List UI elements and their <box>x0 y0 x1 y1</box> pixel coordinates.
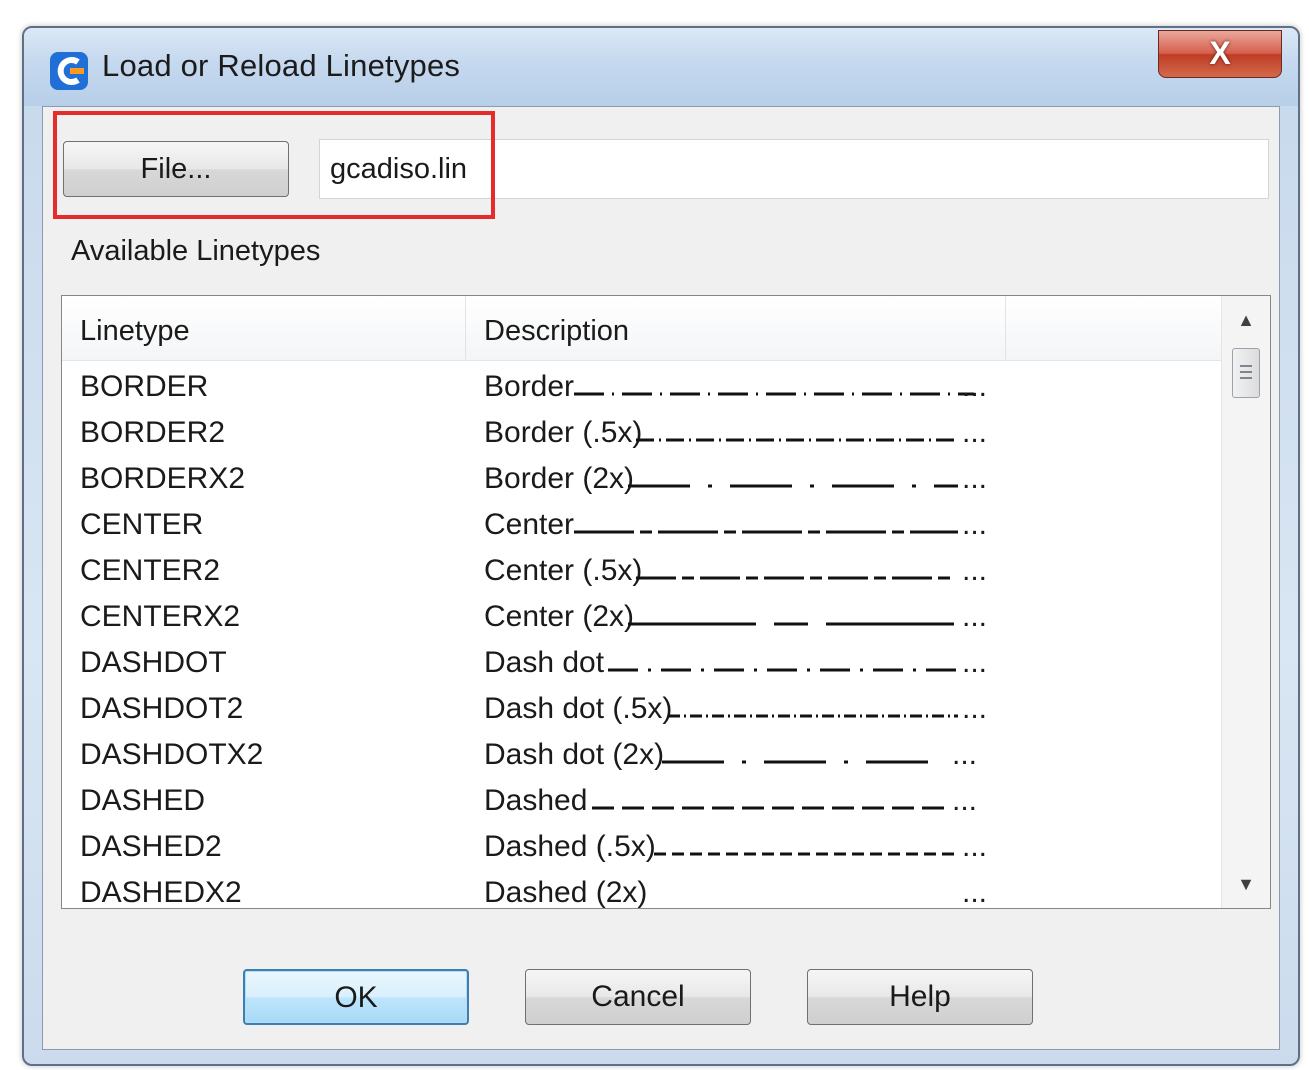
preview-ellipsis: ... <box>962 370 988 403</box>
grip-line <box>1240 371 1252 373</box>
linetype-preview <box>636 438 956 442</box>
linetype-name: BORDER2 <box>80 416 226 449</box>
table-row[interactable]: DASHED2 Dashed (.5x) ... <box>62 824 1222 870</box>
linetype-description: Dash dot <box>484 646 605 679</box>
linetype-description: Dashed (.5x) <box>484 830 656 863</box>
linetype-description: Border <box>484 370 575 403</box>
linetype-description: Dashed (2x) <box>484 876 648 909</box>
ok-button[interactable]: OK <box>243 969 469 1025</box>
preview-ellipsis: ... <box>962 830 988 863</box>
linetype-preview <box>628 622 958 626</box>
linetype-preview <box>662 760 936 764</box>
cancel-button[interactable]: Cancel <box>525 969 751 1025</box>
preview-ellipsis: ... <box>962 876 988 909</box>
linetype-preview <box>574 530 958 534</box>
linetype-name: BORDERX2 <box>80 462 246 495</box>
scroll-up-arrow-icon[interactable]: ▲ <box>1230 304 1262 336</box>
linetype-name: DASHDOT <box>80 646 227 679</box>
preview-ellipsis: ... <box>962 508 988 541</box>
grip-line <box>1240 365 1252 367</box>
available-linetypes-label: Available Linetypes <box>71 235 321 267</box>
column-header-empty <box>1006 296 1222 360</box>
linetype-name: BORDER <box>80 370 209 403</box>
preview-ellipsis: ... <box>962 692 988 725</box>
close-icon: X <box>1209 35 1231 71</box>
preview-ellipsis: ... <box>962 600 988 633</box>
load-linetypes-dialog: Load or Reload Linetypes X File... gcadi… <box>22 26 1300 1066</box>
scroll-down-arrow-icon[interactable]: ▼ <box>1230 868 1262 900</box>
preview-ellipsis: ... <box>962 416 988 449</box>
linetype-description: Center (.5x) <box>484 554 643 587</box>
linetype-name: CENTERX2 <box>80 600 241 633</box>
preview-ellipsis: ... <box>952 738 978 771</box>
linetype-description: Center <box>484 508 575 541</box>
table-row[interactable]: DASHEDX2 Dashed (2x) ... <box>62 870 1222 909</box>
table-row[interactable]: BORDER2 Border (.5x) ... <box>62 410 1222 456</box>
table-row[interactable]: DASHDOT Dash dot ... <box>62 640 1222 686</box>
table-row[interactable]: DASHDOTX2 Dash dot (2x) ... <box>62 732 1222 778</box>
dialog-client-area: File... gcadiso.lin Available Linetypes … <box>42 106 1280 1050</box>
linetype-list[interactable]: Linetype Description BORDER Border ... B… <box>61 295 1271 909</box>
linetype-description: Dash dot (2x) <box>484 738 665 771</box>
table-row[interactable]: DASHDOT2 Dash dot (.5x) ... <box>62 686 1222 732</box>
linetype-name: CENTER2 <box>80 554 221 587</box>
linetype-preview <box>592 806 944 810</box>
linetype-preview <box>654 852 958 856</box>
list-header: Linetype Description <box>62 296 1222 361</box>
linetype-description: Dashed <box>484 784 588 817</box>
linetype-name: DASHED <box>80 784 206 817</box>
linetype-name: DASHED2 <box>80 830 222 863</box>
table-row[interactable]: BORDER Border ... <box>62 364 1222 410</box>
linetype-description: Border (.5x) <box>484 416 643 449</box>
linetype-preview <box>574 392 974 396</box>
preview-ellipsis: ... <box>962 554 988 587</box>
help-button[interactable]: Help <box>807 969 1033 1025</box>
linetype-name: CENTER <box>80 508 204 541</box>
column-header-description[interactable]: Description <box>466 296 1006 360</box>
table-row[interactable]: CENTERX2 Center (2x) ... <box>62 594 1222 640</box>
table-row[interactable]: CENTER2 Center (.5x) ... <box>62 548 1222 594</box>
scrollbar-thumb[interactable] <box>1232 348 1260 398</box>
dialog-title: Load or Reload Linetypes <box>102 48 461 83</box>
linetype-preview <box>668 714 958 718</box>
table-row[interactable]: CENTER Center ... <box>62 502 1222 548</box>
linetype-name: DASHDOT2 <box>80 692 244 725</box>
linetype-description: Dash dot (.5x) <box>484 692 673 725</box>
table-row[interactable]: BORDERX2 Border (2x) ... <box>62 456 1222 502</box>
linetype-name: DASHDOTX2 <box>80 738 264 771</box>
linetype-name: DASHEDX2 <box>80 876 242 909</box>
highlight-box <box>53 111 495 219</box>
preview-ellipsis: ... <box>962 646 988 679</box>
title-bar[interactable]: Load or Reload Linetypes X <box>24 28 1298 106</box>
linetype-description: Center (2x) <box>484 600 635 633</box>
app-logo-icon <box>50 52 88 90</box>
close-button[interactable]: X <box>1158 30 1282 78</box>
preview-ellipsis: ... <box>962 462 988 495</box>
linetype-preview <box>628 484 958 488</box>
vertical-scrollbar[interactable]: ▲ ▼ <box>1221 296 1270 908</box>
linetype-preview <box>608 668 958 672</box>
preview-ellipsis: ... <box>952 784 978 817</box>
grip-line <box>1240 377 1252 379</box>
linetype-preview <box>636 576 956 580</box>
linetype-description: Border (2x) <box>484 462 635 495</box>
table-row[interactable]: DASHED Dashed ... <box>62 778 1222 824</box>
column-header-linetype[interactable]: Linetype <box>62 296 466 360</box>
